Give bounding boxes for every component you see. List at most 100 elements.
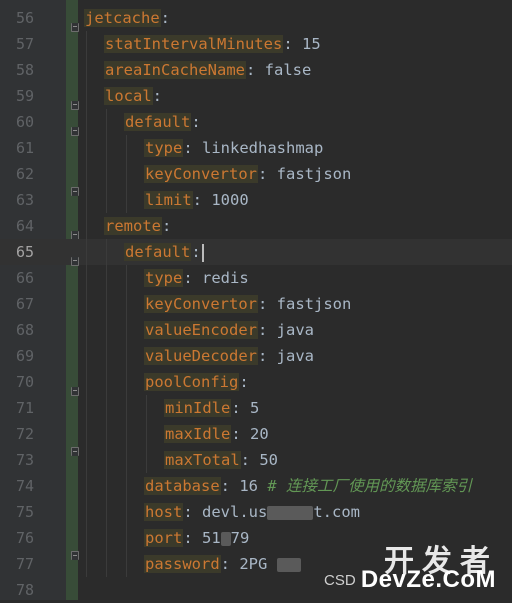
yaml-key: valueEncoder [144,321,258,339]
yaml-value-tail: t.com [313,503,360,521]
code-text[interactable]: remote: [104,213,171,239]
yaml-value: 50 [250,451,278,469]
code-text[interactable]: port: 51 79 [144,525,249,551]
indent-guide [86,239,87,265]
line-number: 78 [15,581,34,599]
yaml-comment: # 连接工厂使用的数据库索引 [267,477,472,495]
code-text[interactable]: limit: 1000 [144,187,249,213]
code-line[interactable]: 58 areaInCacheName: false [0,57,512,83]
code-line[interactable]: 75 host: devl.us t.com [0,499,512,525]
yaml-value: 15 [292,35,321,53]
redacted-blur [276,557,301,572]
code-text[interactable]: database: 16 # 连接工厂使用的数据库索引 [144,473,472,499]
yaml-key: host [144,503,184,521]
indent-guide [86,473,87,499]
yaml-key: keyConvertor [144,165,258,183]
indent-guide [106,369,107,395]
yaml-key: type [144,139,184,157]
indent-guide [126,421,127,447]
code-line[interactable]: 61 type: linkedhashmap [0,135,512,161]
yaml-key: port [144,529,184,547]
code-text[interactable]: valueEncoder: java [144,317,314,343]
code-line[interactable]: 64 remote: [0,213,512,240]
yaml-value: java [267,347,314,365]
yaml-value: devl.us [192,503,268,521]
code-text[interactable]: password: 2PG [144,551,301,577]
yaml-key: local [104,87,153,105]
indent-guide [86,161,87,187]
line-number: 72 [15,425,34,443]
code-text[interactable]: keyConvertor: fastjson [144,291,351,317]
indent-guide [126,161,127,187]
code-line[interactable]: 59 local: [0,83,512,110]
code-text[interactable]: statIntervalMinutes: 15 [104,31,321,57]
code-text[interactable]: type: linkedhashmap [144,135,323,161]
yaml-value: 16 [230,477,268,495]
code-line[interactable]: 72 maxIdle: 20 [0,421,512,447]
indent-guide [86,31,87,57]
code-line[interactable]: 69 valueDecoder: java [0,343,512,369]
code-line[interactable]: 63 limit: 1000 [0,187,512,213]
code-text[interactable]: valueDecoder: java [144,343,314,369]
yaml-colon: : [239,373,249,391]
code-text[interactable]: type: redis [144,265,249,291]
code-text[interactable]: minIdle: 5 [164,395,259,421]
indent-guide [86,421,87,447]
line-number: 66 [15,269,34,287]
code-line[interactable]: 70 poolConfig: [0,369,512,396]
code-line[interactable]: 65 default: [0,239,512,266]
line-number: 71 [15,399,34,417]
indent-guide [126,135,127,161]
code-text[interactable]: default: [124,109,201,135]
code-editor[interactable]: 56 jetcache: 57 statIntervalMinutes: 15 58 ar… [0,0,512,600]
indent-guide [146,421,147,447]
indent-guide [86,447,87,473]
yaml-colon: : [183,503,193,521]
code-line[interactable]: 56 jetcache: [0,5,512,32]
code-line[interactable]: 62 keyConvertor: fastjson [0,161,512,187]
code-text[interactable]: maxIdle: 20 [164,421,269,447]
text-caret [201,243,204,262]
code-text[interactable]: maxTotal: 50 [164,447,278,473]
code-text[interactable]: poolConfig: [144,369,249,395]
code-line[interactable]: 71 minIdle: 5 [0,395,512,421]
code-line[interactable]: 57 statIntervalMinutes: 15 [0,31,512,57]
line-number: 68 [15,321,34,339]
line-number: 62 [15,165,34,183]
code-text[interactable]: keyConvertor: fastjson [144,161,351,187]
code-line[interactable]: 73 maxTotal: 50 [0,447,512,473]
code-text[interactable]: host: devl.us t.com [144,499,360,525]
yaml-value: 5 [240,399,260,417]
indent-guide [126,525,127,551]
line-number: 76 [15,529,34,547]
code-line[interactable]: 67 keyConvertor: fastjson [0,291,512,317]
indent-guide [86,499,87,525]
yaml-key: limit [144,191,193,209]
indent-guide [126,499,127,525]
code-text[interactable]: local: [104,83,162,109]
indent-guide [106,109,107,135]
code-text[interactable]: default: [124,239,204,265]
yaml-colon: : [183,529,193,547]
fold-close-icon[interactable] [71,551,79,560]
yaml-key: poolConfig [144,373,240,391]
code-line[interactable]: 74 database: 16 # 连接工厂使用的数据库索引 [0,473,512,499]
fold-close-icon[interactable] [71,187,79,196]
yaml-colon: : [240,451,250,469]
code-line[interactable]: 68 valueEncoder: java [0,317,512,343]
yaml-colon: : [183,139,193,157]
line-number: 67 [15,295,34,313]
indent-guide [86,525,87,551]
code-text[interactable]: jetcache: [84,5,170,31]
code-line[interactable]: 60 default: [0,109,512,136]
line-number: 59 [15,87,34,105]
fold-close-icon[interactable] [71,447,79,456]
code-text[interactable]: areaInCacheName: false [104,57,311,83]
yaml-colon: : [245,61,256,79]
yaml-colon: : [257,321,268,339]
indent-guide [86,265,87,291]
indent-guide [106,447,107,473]
indent-guide [126,317,127,343]
code-line[interactable]: 66 type: redis [0,265,512,291]
indent-guide [126,265,127,291]
